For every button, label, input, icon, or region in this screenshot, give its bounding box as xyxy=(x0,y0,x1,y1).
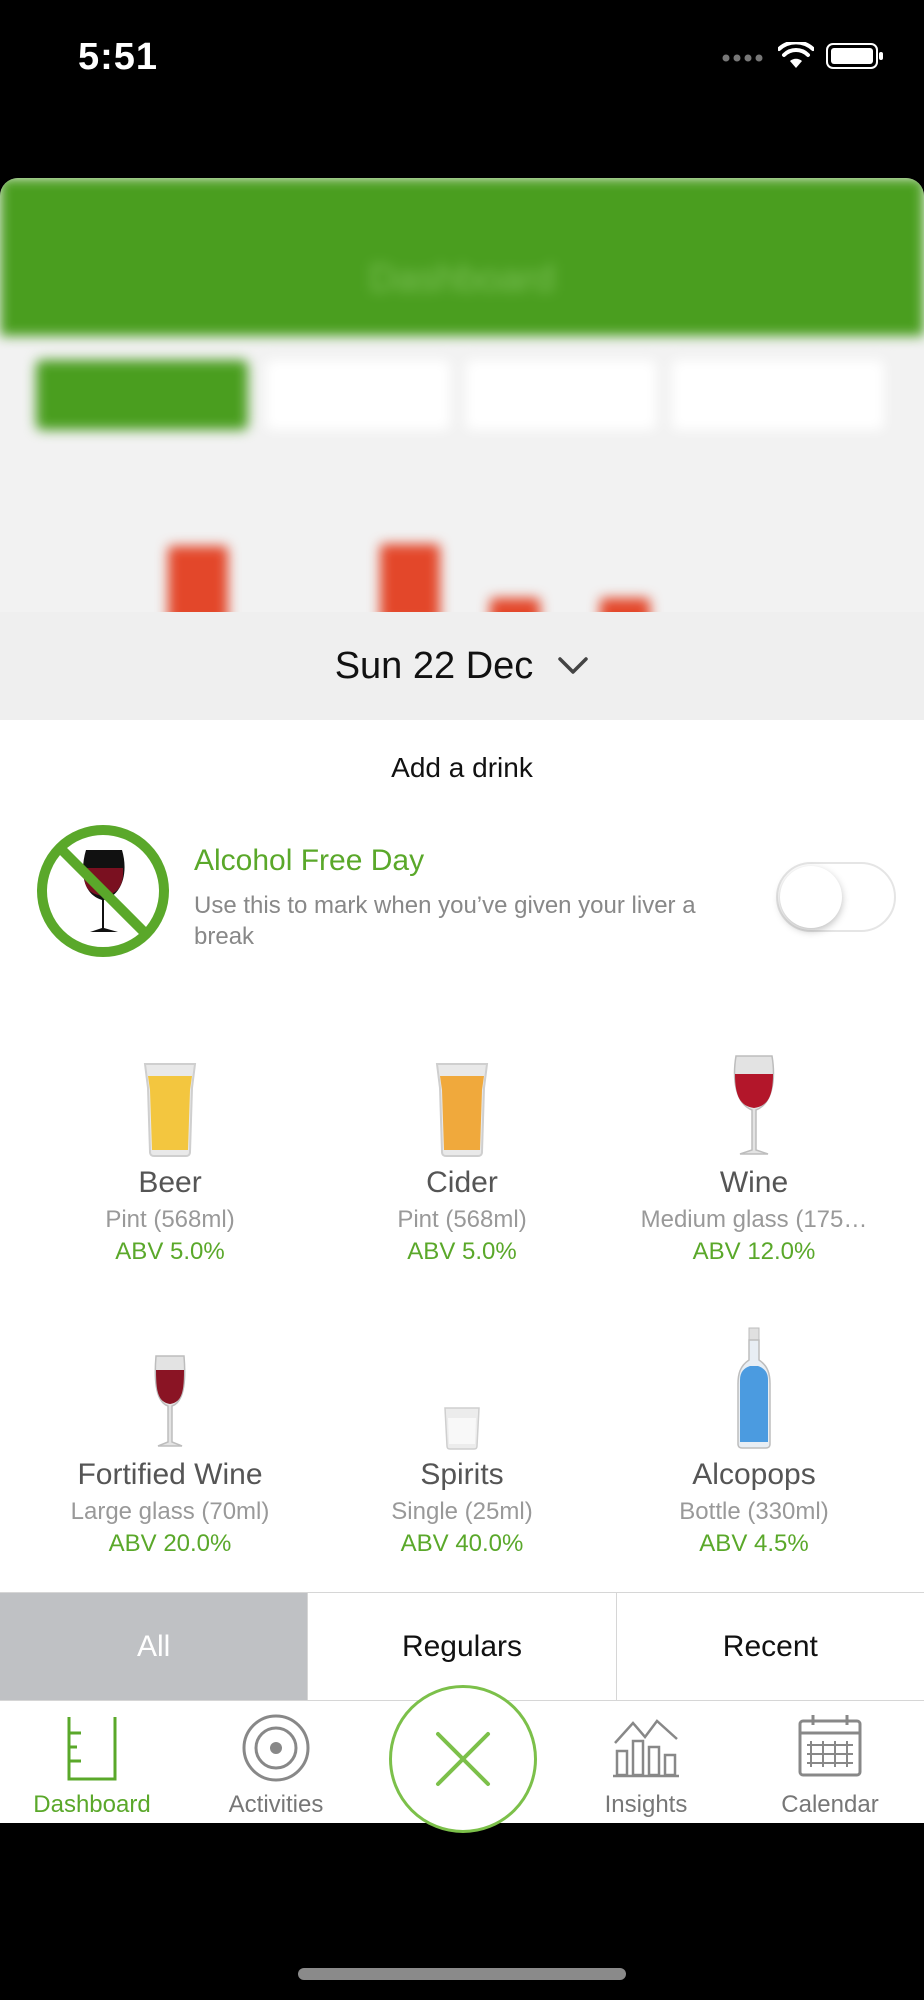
drink-abv: ABV 5.0% xyxy=(407,1238,517,1265)
sheet-title: Add a drink xyxy=(391,752,533,783)
drink-size: Large glass (70ml) xyxy=(70,1498,270,1525)
nav-insights[interactable]: Insights xyxy=(554,1701,738,1823)
alcopop-bottle-icon xyxy=(737,1327,771,1449)
drink-abv: ABV 4.5% xyxy=(699,1530,809,1557)
nav-label: Insights xyxy=(604,1791,688,1818)
background-segment xyxy=(672,360,884,430)
background-header-title: Dashboard xyxy=(369,258,555,300)
drink-size: Medium glass (175… xyxy=(640,1206,868,1233)
nav-label: Calendar xyxy=(781,1791,879,1818)
chart-icon xyxy=(613,1719,679,1778)
toggle-knob xyxy=(780,866,842,928)
nav-dashboard[interactable]: Dashboard xyxy=(0,1701,184,1823)
drink-name: Cider xyxy=(426,1166,498,1199)
battery-icon xyxy=(826,43,883,69)
drink-size: Pint (568ml) xyxy=(397,1206,527,1233)
status-time: 5:51 xyxy=(78,36,159,78)
drink-name: Fortified Wine xyxy=(77,1458,263,1491)
drink-name: Beer xyxy=(138,1166,202,1199)
drink-wine[interactable]: Wine Medium glass (175… ABV 12.0% xyxy=(608,1030,900,1322)
date-label: Sun 22 Dec xyxy=(334,644,534,687)
target-icon xyxy=(242,1714,310,1782)
nav-calendar[interactable]: Calendar xyxy=(738,1701,922,1823)
close-add-drink-button[interactable] xyxy=(389,1685,537,1833)
drink-name: Spirits xyxy=(420,1458,504,1491)
background-header xyxy=(0,178,924,336)
home-indicator[interactable] xyxy=(298,1968,626,1980)
drink-name: Wine xyxy=(719,1166,789,1199)
drink-alcopops[interactable]: Alcopops Bottle (330ml) ABV 4.5% xyxy=(608,1322,900,1614)
background-blur-layer: Dashboard xyxy=(0,178,924,628)
add-drink-sheet: Sun 22 Dec Add a drink Alcohol Free Day … xyxy=(0,612,924,1823)
fortified-wine-glass-icon xyxy=(154,1355,186,1447)
nav-activities[interactable]: Activities xyxy=(184,1701,368,1823)
alcohol-free-day-description: Use this to mark when you’ve given your … xyxy=(194,892,696,950)
signal-icon xyxy=(722,54,763,62)
measuring-jug-icon xyxy=(67,1717,117,1781)
alcohol-free-day-title: Alcohol Free Day xyxy=(194,844,425,877)
drink-fortified-wine[interactable]: Fortified Wine Large glass (70ml) ABV 20… xyxy=(24,1322,316,1614)
alcohol-free-day-row: Alcohol Free Day Use this to mark when y… xyxy=(36,824,896,964)
tab-recent[interactable]: Recent xyxy=(616,1593,924,1701)
close-icon xyxy=(436,1732,490,1786)
drink-beer[interactable]: Beer Pint (568ml) ABV 5.0% xyxy=(24,1030,316,1322)
tab-all[interactable]: All xyxy=(0,1593,309,1701)
spirits-glass-icon xyxy=(444,1407,480,1450)
status-bar: 5:51 xyxy=(0,0,924,120)
drink-size: Single (25ml) xyxy=(391,1498,533,1525)
wine-glass-icon xyxy=(733,1055,775,1155)
drink-size: Bottle (330ml) xyxy=(679,1498,829,1525)
no-alcohol-icon xyxy=(37,825,169,957)
drink-name: Alcopops xyxy=(692,1458,816,1491)
cider-pint-icon xyxy=(435,1063,489,1157)
calendar-icon xyxy=(798,1715,862,1777)
date-picker[interactable]: Sun 22 Dec xyxy=(0,612,924,720)
status-icons xyxy=(722,42,884,70)
background-segment-active xyxy=(36,360,248,430)
nav-label: Dashboard xyxy=(33,1791,151,1818)
background-segment xyxy=(466,360,656,430)
beer-pint-icon xyxy=(143,1063,197,1157)
drink-spirits[interactable]: Spirits Single (25ml) ABV 40.0% xyxy=(316,1322,608,1614)
alcohol-free-day-toggle[interactable] xyxy=(776,862,896,932)
drink-grid: Beer Pint (568ml) ABV 5.0% Cider Pint (5… xyxy=(24,1030,900,1614)
drink-abv: ABV 20.0% xyxy=(108,1530,232,1557)
wifi-icon xyxy=(778,42,814,68)
drink-abv: ABV 12.0% xyxy=(692,1238,816,1265)
background-segment xyxy=(266,360,450,430)
chevron-down-icon xyxy=(558,657,589,674)
drink-size: Pint (568ml) xyxy=(105,1206,235,1233)
drink-abv: ABV 5.0% xyxy=(115,1238,225,1265)
drink-abv: ABV 40.0% xyxy=(400,1530,524,1557)
nav-label: Activities xyxy=(228,1791,324,1818)
drink-cider[interactable]: Cider Pint (568ml) ABV 5.0% xyxy=(316,1030,608,1322)
